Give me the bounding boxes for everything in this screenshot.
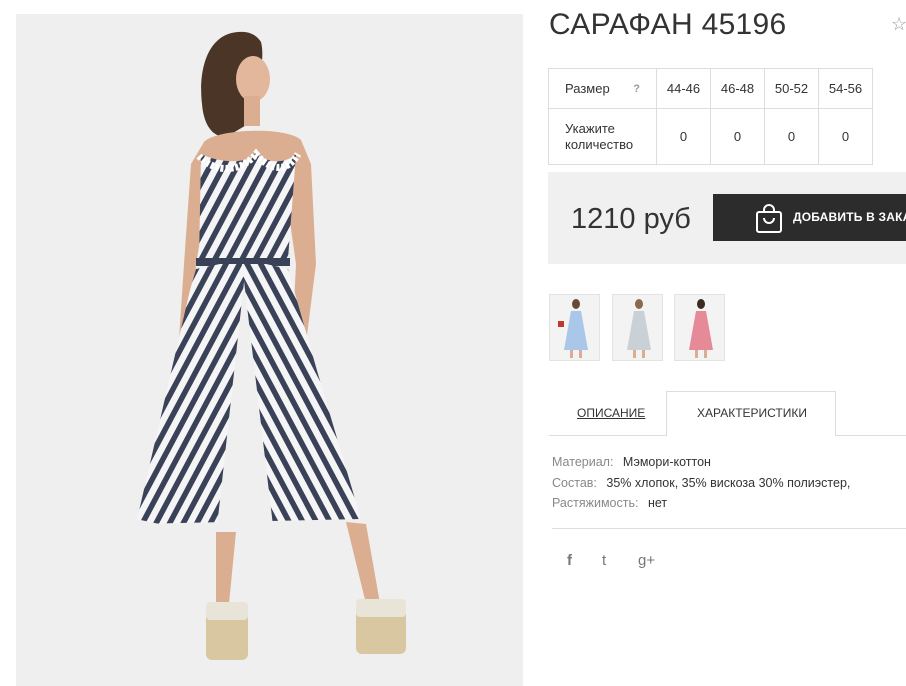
star-outline-icon[interactable]: ☆ — [891, 14, 906, 35]
help-icon[interactable]: ? — [633, 81, 640, 97]
spec-material-label: Материал: — [552, 455, 614, 469]
quantity-row: Укажите количество 0 0 0 0 — [548, 108, 873, 165]
size-label: Размер — [565, 80, 610, 96]
spec-stretch-value: нет — [647, 496, 668, 510]
spec-material: Материал: Мэмори-коттон — [552, 455, 711, 469]
spec-stretch-label: Растяжимость: — [552, 496, 639, 510]
spec-composition-value: 35% хлопок, 35% вискоза 30% полиэстер, — [606, 476, 851, 490]
thumb-pink-dress-image — [689, 299, 713, 358]
size-label-cell: Размер ? — [548, 68, 657, 109]
quantity-input-46-48[interactable]: 0 — [710, 108, 765, 165]
product-title: САРАФАН 45196 — [549, 8, 787, 41]
size-header-row: Размер ? 44-46 46-48 50-52 54-56 — [548, 68, 873, 109]
add-to-order-label: ДОБАВИТЬ В ЗАКАЗ — [793, 210, 906, 224]
size-table: Размер ? 44-46 46-48 50-52 54-56 Укажите… — [548, 68, 873, 165]
tab-description[interactable]: ОПИСАНИЕ — [577, 406, 645, 420]
twitter-icon[interactable]: t — [602, 552, 606, 569]
facebook-icon[interactable]: f — [567, 552, 572, 569]
thumb-blue-dress-image — [558, 299, 588, 358]
social-divider — [552, 528, 906, 529]
price-panel: 1210 руб ДОБАВИТЬ В ЗАКАЗ — [548, 172, 906, 264]
spec-material-value: Мэмори-коттон — [622, 455, 711, 469]
striped-dress-photo — [136, 31, 406, 660]
size-44-46: 44-46 — [656, 68, 711, 109]
size-46-48: 46-48 — [710, 68, 765, 109]
add-to-order-button[interactable]: ДОБАВИТЬ В ЗАКАЗ — [713, 194, 906, 241]
thumb-grey-dress[interactable] — [612, 294, 663, 361]
product-price: 1210 руб — [571, 203, 691, 235]
tab-characteristics[interactable]: ХАРАКТЕРИСТИКИ — [697, 406, 807, 420]
spec-composition-label: Состав: — [552, 476, 597, 490]
size-54-56: 54-56 — [818, 68, 873, 109]
quantity-label: Укажите количество — [548, 108, 657, 165]
quantity-input-50-52[interactable]: 0 — [764, 108, 819, 165]
tabs-divider-gap — [667, 435, 835, 436]
thumb-pink-dress[interactable] — [674, 294, 725, 361]
product-main-photo[interactable] — [16, 14, 523, 686]
thumb-grey-dress-image — [627, 299, 651, 358]
quantity-input-44-46[interactable]: 0 — [656, 108, 711, 165]
size-50-52: 50-52 — [764, 68, 819, 109]
spec-stretch: Растяжимость: нет — [552, 496, 667, 510]
spec-composition: Состав: 35% хлопок, 35% вискоза 30% поли… — [552, 476, 850, 490]
quantity-input-54-56[interactable]: 0 — [818, 108, 873, 165]
googleplus-icon[interactable]: g+ — [638, 552, 655, 569]
thumb-blue-dress[interactable] — [549, 294, 600, 361]
shopping-bag-icon — [756, 204, 782, 233]
